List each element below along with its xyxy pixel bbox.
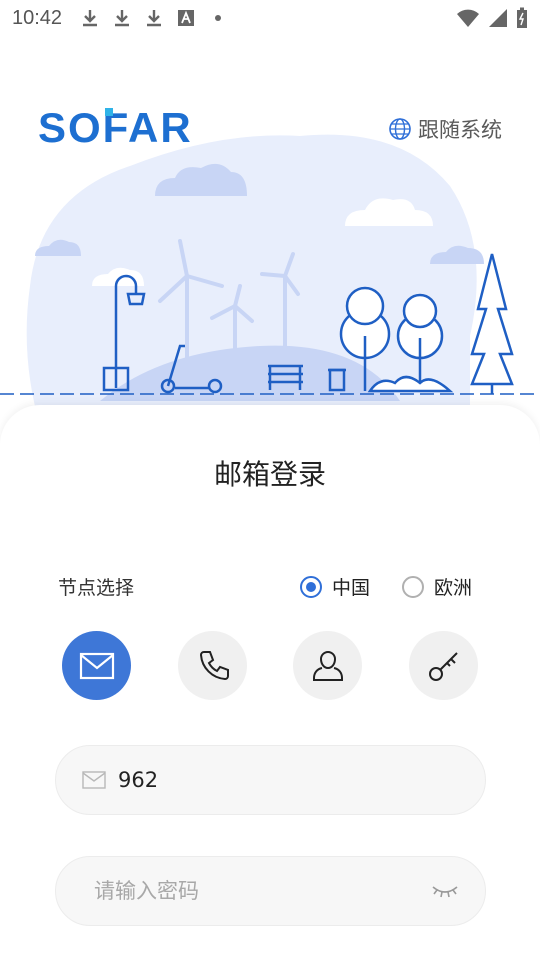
node-option-label: 欧洲	[433, 577, 472, 599]
node-radio-group: 中国 欧洲	[299, 573, 472, 600]
account-login-button[interactable]	[293, 631, 362, 700]
radio-checked-icon	[299, 575, 322, 598]
dot-icon	[215, 15, 222, 21]
node-option-china[interactable]: 中国	[299, 573, 370, 600]
download-icon	[83, 10, 98, 27]
svg-text:SOFAR: SOFAR	[38, 108, 193, 148]
phone-login-button[interactable]	[178, 631, 247, 700]
status-time: 10:42	[12, 6, 63, 29]
a-box-icon	[178, 10, 195, 26]
node-option-europe[interactable]: 欧洲	[401, 573, 472, 600]
eye-closed-icon[interactable]	[431, 883, 459, 899]
wind-landscape-illustration	[0, 134, 540, 426]
email-login-button[interactable]	[62, 631, 131, 700]
status-notification-icons	[80, 8, 228, 28]
globe-icon	[389, 118, 411, 140]
mail-icon	[82, 771, 106, 789]
battery-icon	[517, 7, 527, 28]
status-bar: 10:42	[0, 0, 540, 36]
sofar-logo: SOFAR	[38, 108, 193, 148]
status-system-icons	[456, 7, 528, 29]
page-title: 邮箱登录	[213, 458, 326, 491]
email-field[interactable]	[55, 745, 486, 815]
language-label: 跟随系统	[418, 118, 502, 142]
login-method-selector	[62, 631, 478, 701]
download-icon	[115, 10, 130, 27]
login-card: 邮箱登录 节点选择 中国 欧洲	[0, 405, 540, 960]
mail-icon	[79, 652, 114, 679]
download-icon	[147, 10, 162, 27]
password-input[interactable]	[82, 879, 431, 903]
radio-unchecked-icon	[401, 575, 424, 598]
language-switch[interactable]: 跟随系统	[388, 114, 502, 144]
key-icon	[428, 651, 458, 681]
signal-icon	[489, 9, 507, 27]
hero-header: SOFAR 跟随系统	[0, 36, 540, 426]
wifi-icon	[457, 9, 479, 27]
phone-icon	[199, 650, 229, 680]
user-icon	[312, 650, 343, 681]
node-selection-label: 节点选择	[58, 577, 135, 599]
email-input[interactable]	[118, 768, 459, 792]
node-option-label: 中国	[331, 577, 370, 599]
password-field[interactable]	[55, 856, 486, 926]
key-login-button[interactable]	[409, 631, 478, 700]
